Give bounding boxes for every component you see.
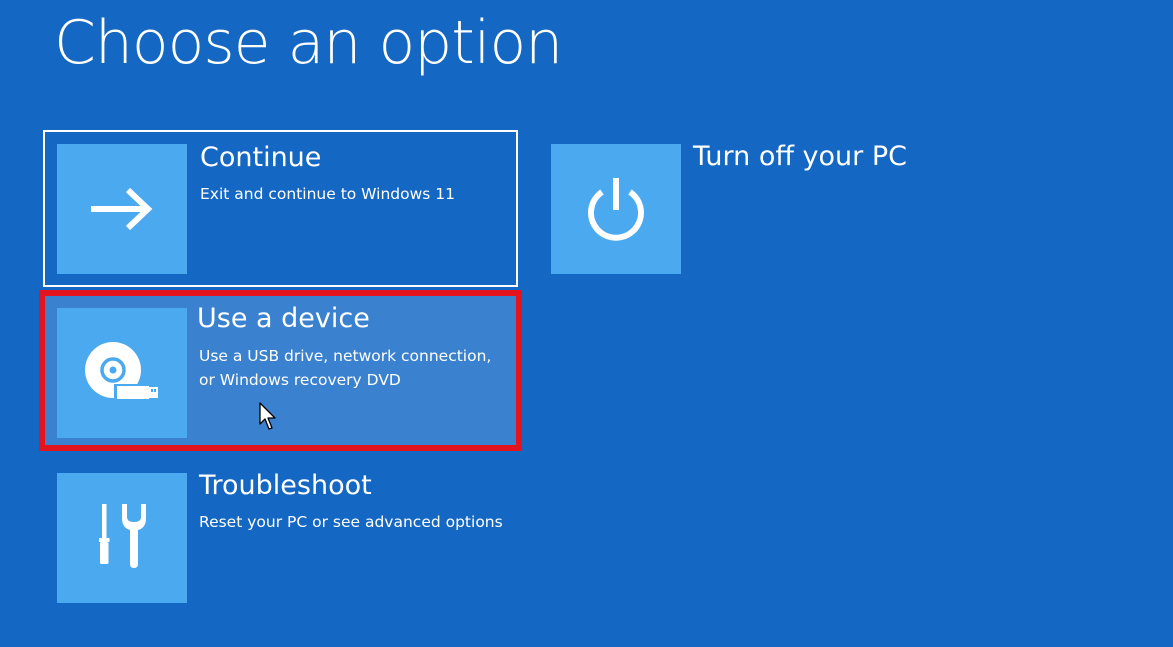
use-device-title: Use a device — [197, 303, 370, 334]
page-title: Choose an option — [54, 8, 563, 78]
troubleshoot-option[interactable]: Troubleshoot Reset your PC or see advanc… — [44, 460, 517, 617]
use-device-description: Use a USB drive, network connection, or … — [199, 347, 492, 389]
troubleshoot-tile — [57, 473, 187, 603]
continue-option[interactable]: Continue Exit and continue to Windows 11 — [43, 130, 518, 287]
use-device-tile — [57, 308, 187, 438]
use-device-option[interactable]: Use a device Use a USB drive, network co… — [39, 290, 522, 451]
continue-title: Continue — [200, 142, 322, 173]
turn-off-option[interactable]: Turn off your PC — [538, 131, 1013, 288]
troubleshoot-description: Reset your PC or see advanced options — [199, 513, 503, 531]
arrow-right-icon — [91, 187, 153, 231]
troubleshoot-title: Troubleshoot — [199, 470, 372, 501]
turn-off-title: Turn off your PC — [693, 141, 907, 172]
continue-tile — [57, 144, 187, 274]
mouse-cursor-icon — [259, 402, 276, 430]
continue-description: Exit and continue to Windows 11 — [200, 185, 456, 203]
turn-off-tile — [551, 144, 681, 274]
disc-usb-icon — [85, 342, 158, 400]
tools-icon — [99, 504, 146, 568]
power-icon — [588, 178, 644, 241]
